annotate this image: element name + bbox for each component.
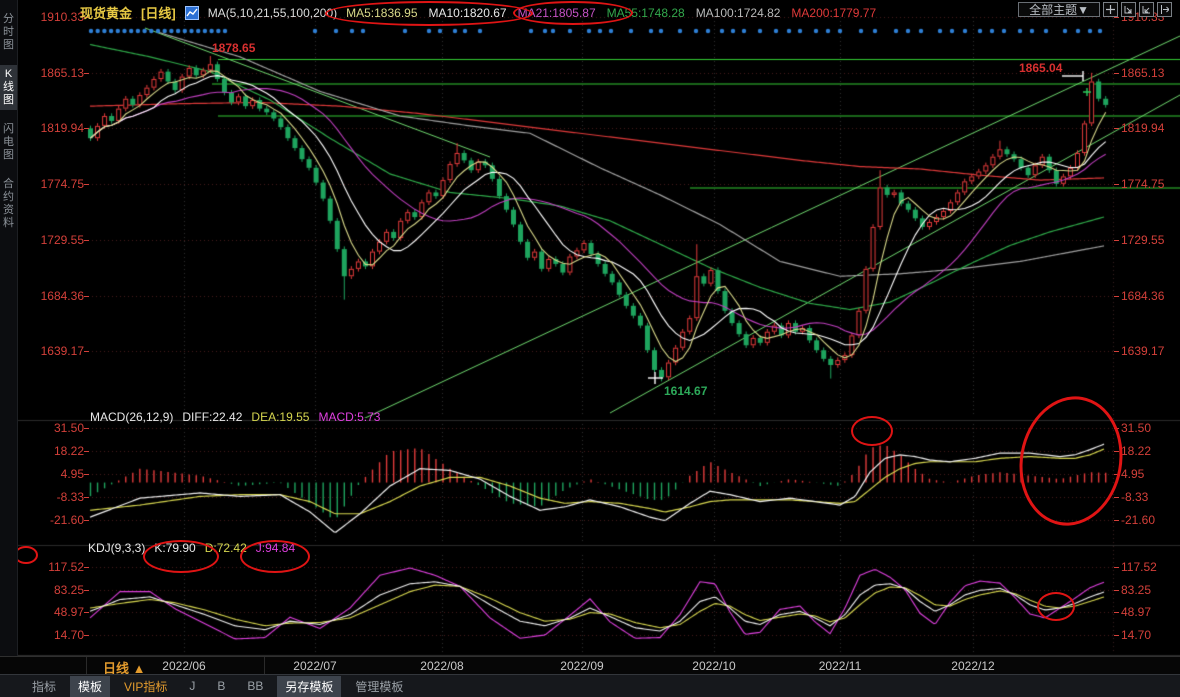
collapse-pane-icon[interactable] <box>1157 2 1172 17</box>
bottom-toolbar: 指标 模板 VIP指标 J B BB 另存模板 管理模板 <box>0 674 1180 697</box>
ma-values-group: MA5:1836.95 MA10:1820.67 MA21:1805.87 MA55:… <box>346 6 876 20</box>
chart-type-sidebar: 分时图 K线图闪电图合约资料 <box>0 0 18 656</box>
macd-header-item-3: MACD:5.73 <box>318 410 381 424</box>
toolbar-item-4[interactable]: B <box>209 677 233 695</box>
top-right-controls: 全部主题▼ <box>1018 2 1172 17</box>
ma-value-3: MA55:1748.28 <box>606 5 685 20</box>
kdj-header-item-0: KDJ(9,3,3) <box>88 541 146 555</box>
toolbar-item-7[interactable]: 管理模板 <box>347 676 411 697</box>
theme-dropdown-button[interactable]: 全部主题▼ <box>1018 2 1100 17</box>
period-tag: [日线] <box>141 6 176 21</box>
macd-header-item-2: DEA:19.55 <box>251 410 310 424</box>
toolbar-item-0[interactable]: 指标 <box>24 676 64 697</box>
price-chart-canvas[interactable] <box>0 0 1180 656</box>
move-pane-icon[interactable] <box>1103 2 1118 17</box>
symbol-name: 现货黄金 <box>80 6 133 21</box>
kdj-header-item-1: K:79.90 <box>154 541 196 555</box>
ma-value-5: MA200:1779.77 <box>791 5 877 20</box>
date-label-5: 2022/11 <box>818 659 862 673</box>
toolbar-item-1[interactable]: 模板 <box>70 675 111 697</box>
trading-app-window: 分时图 K线图闪电图合约资料 现货黄金 [日线] MA(5,10,21,55,10… <box>0 0 1180 697</box>
toolbar-item-6[interactable]: 另存模板 <box>277 675 342 697</box>
toolbar-item-3[interactable]: J <box>181 677 203 695</box>
date-label-2: 2022/08 <box>420 659 464 673</box>
strip-divider <box>264 657 265 675</box>
expand-pane-down-icon[interactable] <box>1121 2 1136 17</box>
macd-header: MACD(26,12,9) DIFF:22.42 DEA:19.55 MACD:5.7… <box>90 410 380 424</box>
sidebar-item-1[interactable]: K线图 <box>0 65 17 110</box>
time-axis-strip: 日线 ▲ 2022/06 2022/07 2022/08 2022/09 2022/10… <box>0 656 1180 676</box>
ma-value-2: MA21:1805.87 <box>517 5 596 20</box>
sidebar-item-2[interactable]: 闪电图 <box>0 120 17 165</box>
date-label-3: 2022/09 <box>560 659 604 673</box>
date-label-1: 2022/07 <box>293 659 337 673</box>
strip-divider <box>86 657 87 675</box>
main-chart-header: 现货黄金 [日线] MA(5,10,21,55,100,200) MA5:183… <box>80 3 876 22</box>
sidebar-item-0[interactable]: 分时图 <box>0 10 17 55</box>
kdj-header: KDJ(9,3,3) K:79.90 D:72.42 J:94.84 <box>88 541 295 555</box>
ma-value-4: MA100:1724.82 <box>695 5 781 20</box>
ma-value-1: MA10:1820.67 <box>428 5 507 20</box>
ma-param-label: MA(5,10,21,55,100,200) <box>207 5 338 20</box>
macd-header-item-0: MACD(26,12,9) <box>90 410 174 424</box>
macd-header-item-1: DIFF:22.42 <box>182 410 243 424</box>
expand-pane-right-icon[interactable] <box>1139 2 1154 17</box>
toolbar-item-5[interactable]: BB <box>239 677 271 695</box>
date-label-4: 2022/10 <box>692 659 736 673</box>
kdj-header-item-3: J:94.84 <box>255 541 296 555</box>
toolbar-item-2[interactable]: VIP指标 <box>116 676 175 697</box>
date-label-0: 2022/06 <box>162 659 206 673</box>
sidebar-item-3[interactable]: 合约资料 <box>0 175 17 233</box>
ma-value-0: MA5:1836.95 <box>346 5 418 20</box>
date-label-6: 2022/12 <box>951 659 995 673</box>
instrument-icon <box>184 5 199 20</box>
kdj-header-item-2: D:72.42 <box>204 541 247 555</box>
